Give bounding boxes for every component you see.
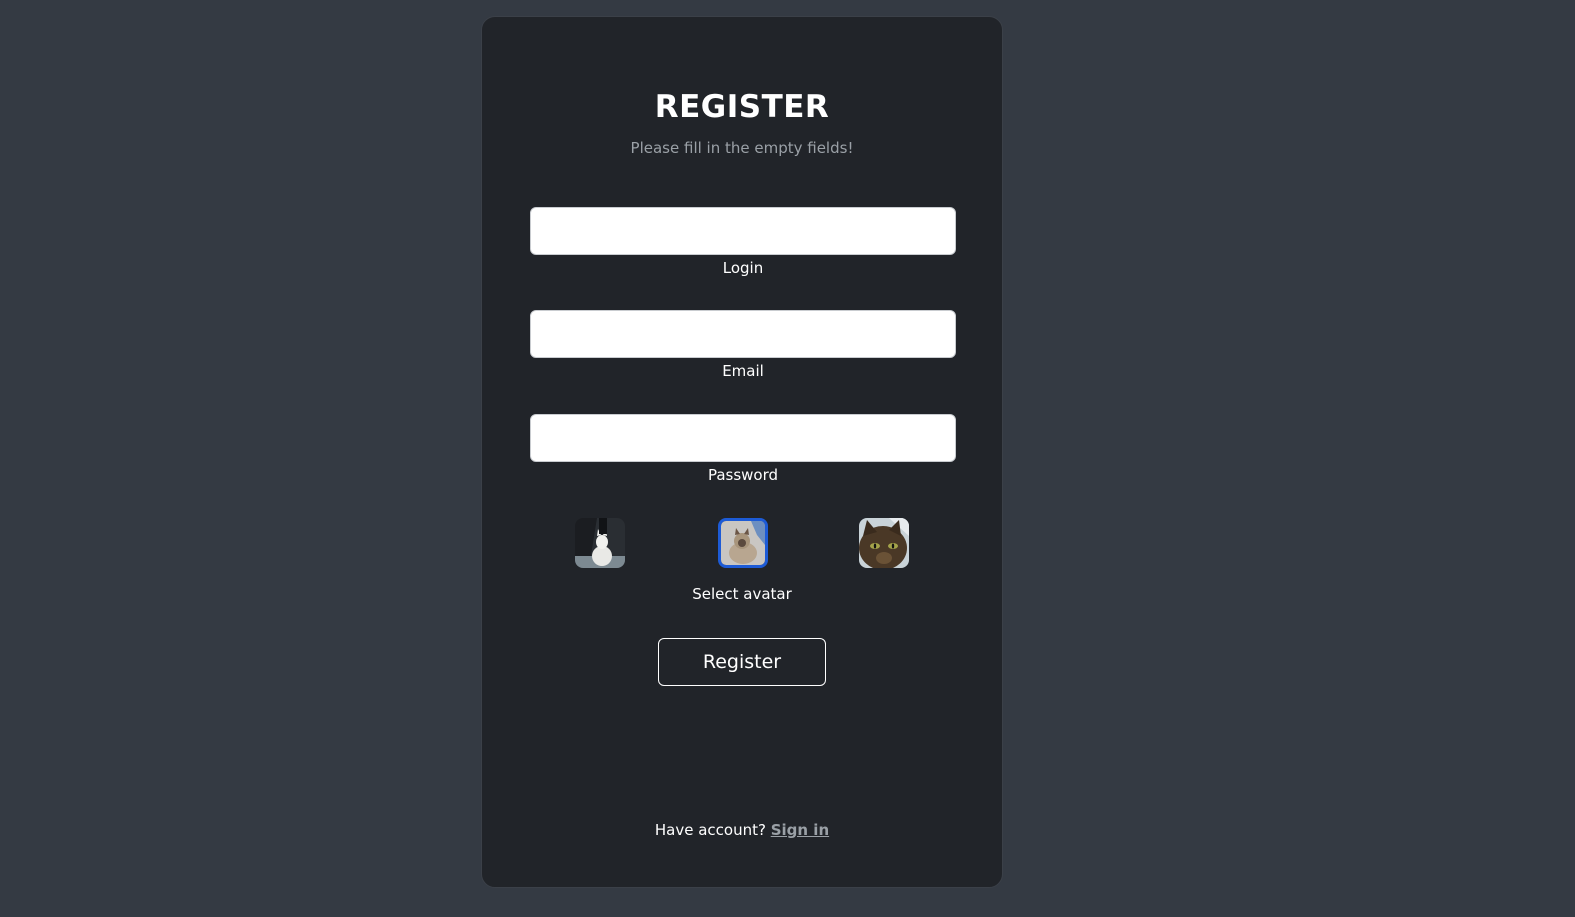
login-label: Login [722,259,764,277]
avatar-option-3[interactable] [859,518,909,568]
password-input[interactable] [530,414,956,462]
sign-in-prompt: Have account? Sign in [482,821,1002,839]
page-subtitle: Please fill in the empty fields! [630,139,854,157]
email-field-group: Email [530,310,956,380]
register-button[interactable]: Register [658,638,826,686]
email-input[interactable] [530,310,956,358]
email-label: Email [722,362,764,380]
avatar-option-2-selected[interactable] [718,518,768,568]
cat-white-avatar-image [575,518,625,568]
select-avatar-label: Select avatar [692,585,792,603]
login-field-group: Login [530,207,956,277]
page-title: REGISTER [654,89,830,125]
cat-siamese-avatar-image [721,521,765,565]
password-label: Password [707,466,779,484]
cat-tortoiseshell-avatar-image [859,518,909,568]
login-input[interactable] [530,207,956,255]
have-account-text: Have account? [654,821,766,839]
register-card: REGISTER Please fill in the empty fields… [481,16,1003,888]
password-field-group: Password [530,414,956,484]
avatar-option-1[interactable] [575,518,625,568]
sign-in-link[interactable]: Sign in [771,821,829,839]
